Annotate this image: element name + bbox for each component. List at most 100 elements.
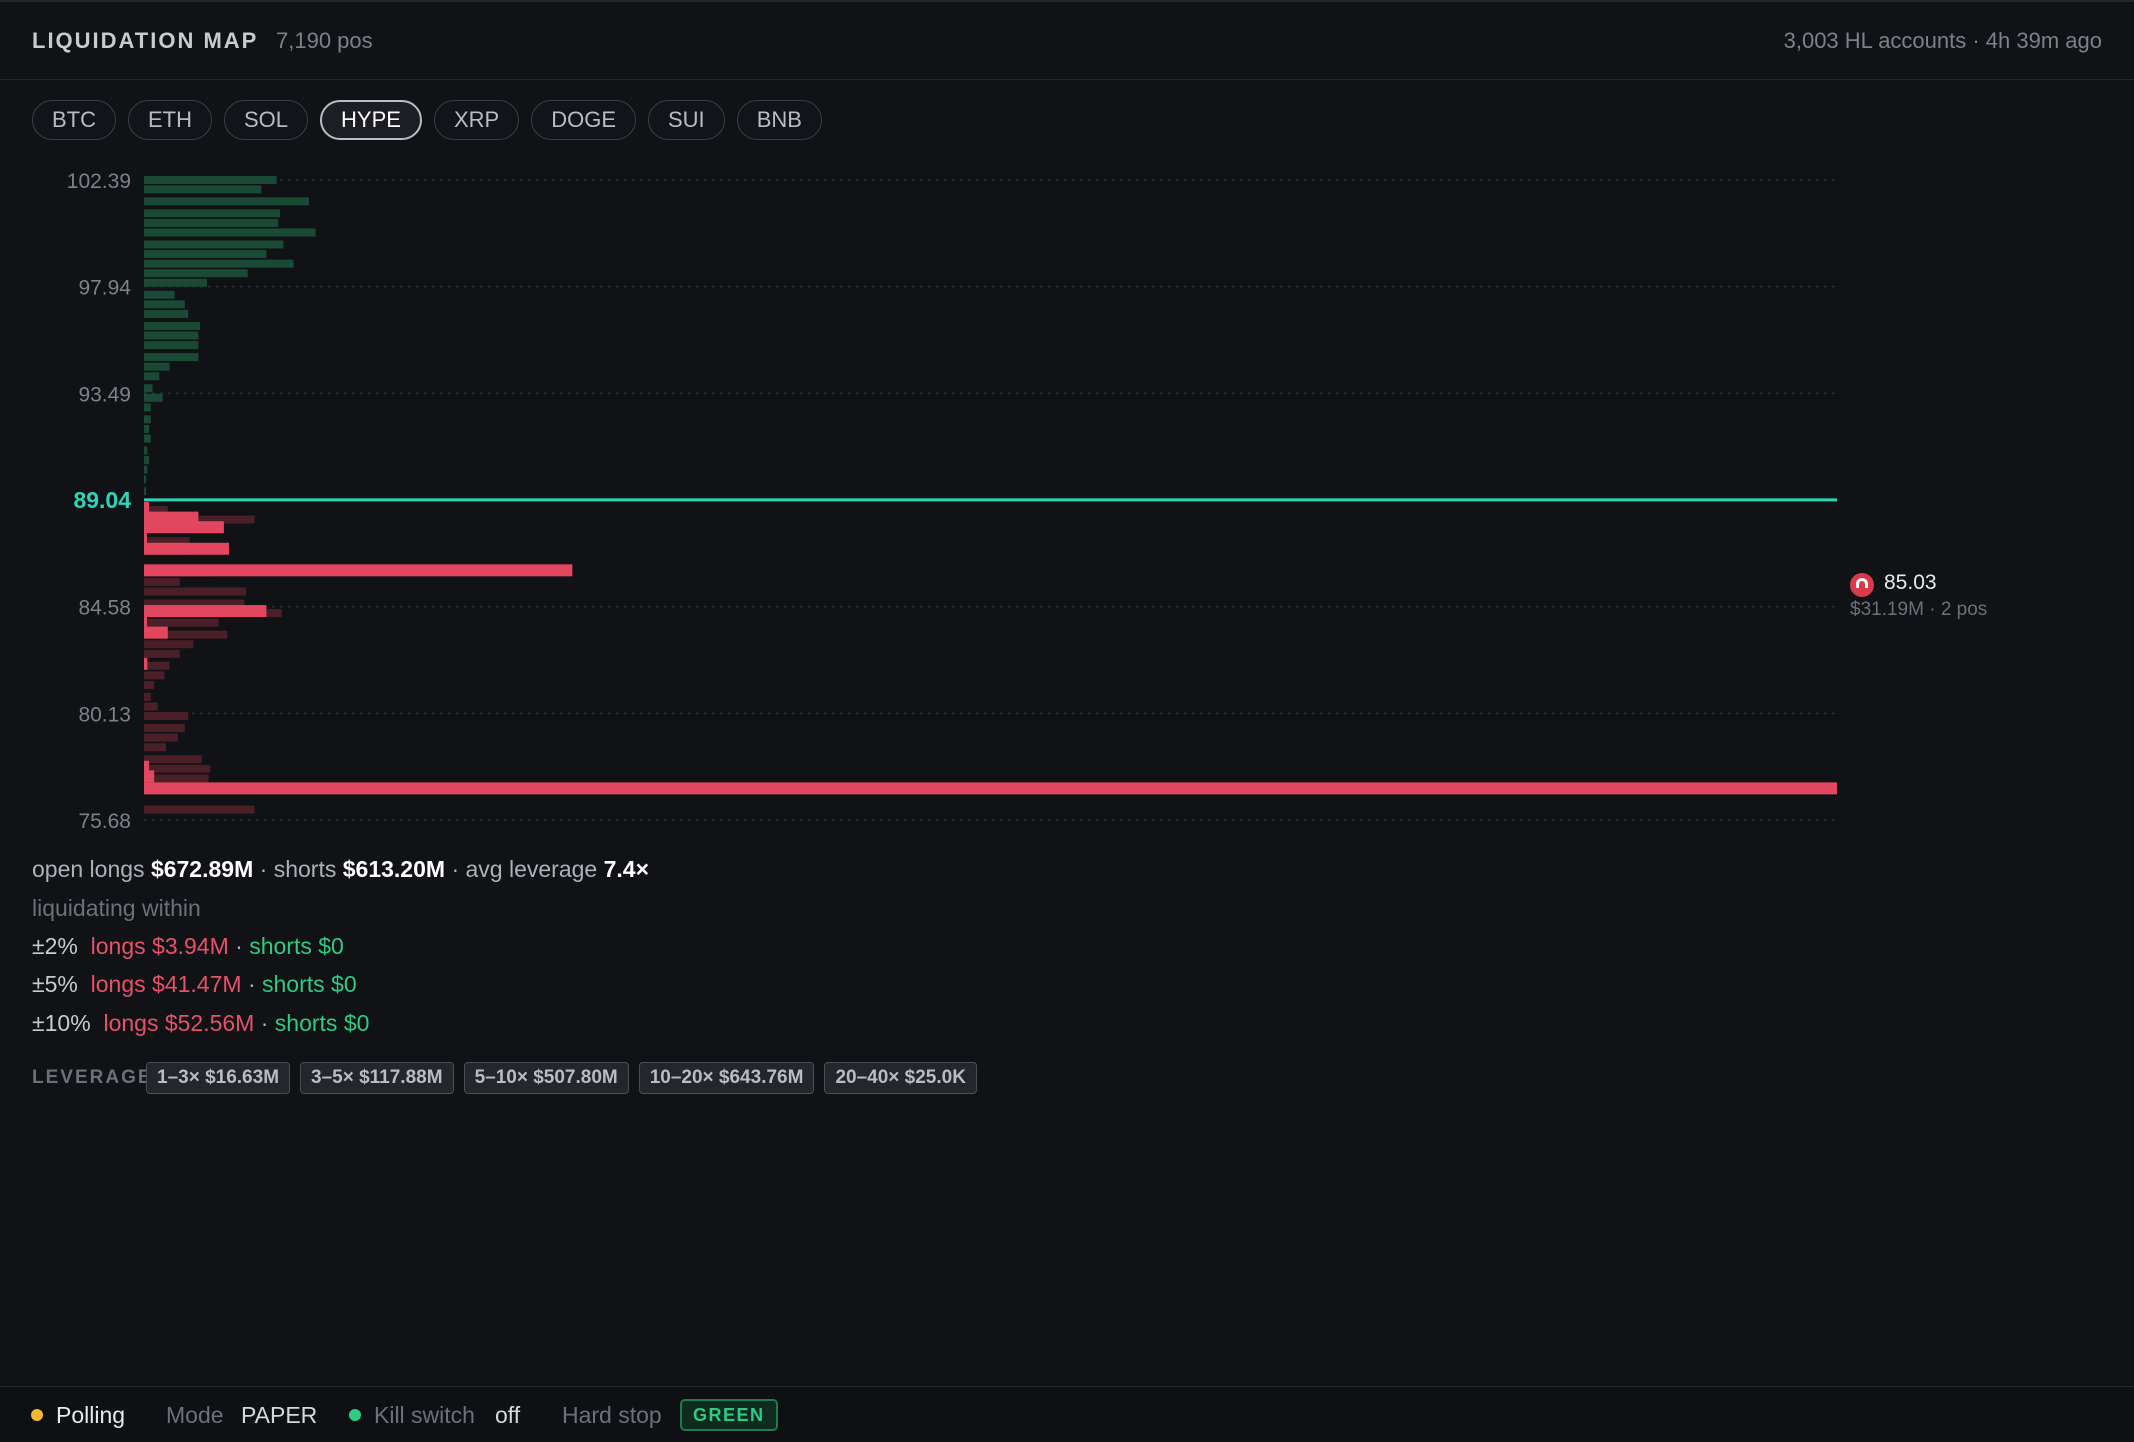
long-context-bar [144,724,185,733]
long-liquidation-bar [144,564,573,577]
magnet-price: 85.03 [1884,571,1937,594]
tab-hype[interactable]: HYPE [320,100,422,140]
open-interest-summary: open longs $672.89M · shorts $613.20M · … [32,856,649,882]
positions-count: 7,190 pos [276,28,373,53]
short-liquidation-bar [144,353,199,362]
long-context-bar [144,692,151,701]
leverage-chip-10-20x[interactable]: 10–20× $643.76M [638,1062,815,1094]
short-liquidation-bar [144,415,151,424]
tab-sol[interactable]: SOL [224,100,309,140]
short-liquidation-bar [144,321,201,330]
kill-switch-value[interactable]: off [495,1402,520,1429]
short-liquidation-bar [144,278,207,287]
short-liquidation-bar [144,487,146,496]
short-liquidation-bar [144,475,146,484]
liquidation-row-2pct: ±2% longs $3.94M · shorts $0 [32,933,344,959]
avg-leverage-label: avg leverage [465,856,598,882]
short-liquidation-bar [144,300,185,309]
tab-bnb[interactable]: BNB [736,100,822,140]
leverage-chips: 1–3× $16.63M 3–5× $117.88M 5–10× $507.80… [146,1062,977,1094]
open-longs-value: $672.89M [150,856,254,882]
long-liquidation-bar [144,542,229,555]
short-liquidation-bar [144,176,277,184]
y-tick-label: 102.39 [67,170,131,193]
short-liquidation-bar [144,209,280,218]
short-liquidation-bar [144,290,175,299]
y-tick-label: 89.04 [73,487,131,513]
short-liquidation-bar [144,362,170,371]
long-context-bar [144,702,158,711]
long-context-bar [144,743,167,752]
magnet-icon [1850,573,1874,597]
short-liquidation-bar [144,228,316,237]
y-tick-label: 97.94 [78,277,131,300]
kill-switch-label: Kill switch [374,1402,475,1428]
long-context-bar [144,587,246,596]
long-context-bar [144,805,255,814]
long-context-bar [144,671,165,680]
liquidation-chart: 102.39 97.94 93.49 89.04 84.58 80.13 75.68 [67,170,1837,830]
long-liquidation-bar [144,521,224,534]
tab-doge[interactable]: DOGE [531,100,636,140]
leverage-chip-5-10x[interactable]: 5–10× $507.80M [463,1062,629,1094]
long-context-bar [144,649,180,658]
long-liquidation-bar [144,782,1837,795]
mode-value: PAPER [241,1402,318,1428]
short-liquidation-bar [144,372,160,381]
short-liquidation-bar [144,403,151,412]
magnet-detail: $31.19M · 2 pos [1850,599,1988,620]
status-bar: Polling Mode PAPER Kill switch off Hard … [0,1386,2134,1442]
leverage-chip-20-40x[interactable]: 20–40× $25.0K [824,1062,977,1094]
shorts-amount: shorts $0 [274,1010,370,1036]
short-liquidation-bar [144,240,284,249]
leverage-chip-1-3x[interactable]: 1–3× $16.63M [146,1062,291,1094]
asset-tabs: BTC ETH SOL HYPE XRP DOGE SUI BNB [32,100,822,142]
tab-btc[interactable]: BTC [32,100,116,140]
header-bar: LIQUIDATION MAP 7,190 pos 3,003 HL accou… [0,0,2134,80]
avg-leverage-value: 7.4× [603,856,649,882]
open-longs-label: open longs [32,856,145,882]
long-liquidation-bar [144,770,155,783]
long-context-bar [144,661,170,670]
short-liquidation-bar [144,465,148,474]
longs-amount: longs $3.94M [90,933,229,959]
range-label: ±10% [32,1010,91,1036]
leverage-chip-3-5x[interactable]: 3–5× $117.88M [300,1062,454,1094]
y-tick-label: 93.49 [78,383,131,406]
tab-xrp[interactable]: XRP [433,100,520,140]
shorts-value: $613.20M [342,856,446,882]
long-context-bar [144,733,178,742]
short-liquidation-bar [144,331,199,340]
tab-eth[interactable]: ETH [128,100,212,140]
shorts-label: shorts [273,856,337,882]
short-liquidation-bar [144,384,153,393]
liquidation-row-5pct: ±5% longs $41.47M · shorts $0 [32,971,357,997]
short-liquidation-bar [144,456,150,465]
leverage-label: LEVERAGE [32,1067,153,1088]
long-context-bar [144,577,180,586]
short-liquidation-bar [144,341,199,350]
short-liquidation-bar [144,269,248,278]
tab-sui[interactable]: SUI [648,100,725,140]
mode-label: Mode [166,1402,224,1428]
long-context-bar [144,755,202,764]
connection-status: Polling [56,1402,126,1428]
short-liquidation-bar [144,185,262,194]
longs-amount: longs $52.56M [103,1010,255,1036]
status-dot-icon [31,1409,43,1421]
liquidating-within-label: liquidating within [32,895,201,921]
long-liquidation-bar [144,614,147,627]
y-tick-label: 84.58 [78,597,131,620]
longs-amount: longs $41.47M [90,971,242,997]
short-liquidation-bar [144,250,267,259]
long-liquidation-bar [144,657,148,670]
hard-stop-badge: GREEN [680,1399,778,1431]
long-liquidation-bar [144,626,168,639]
short-liquidation-bar [144,424,150,433]
hard-stop-label: Hard stop [562,1402,662,1428]
y-tick-label: 75.68 [78,810,131,830]
shorts-amount: shorts $0 [249,933,344,959]
short-liquidation-bar [144,197,309,206]
range-label: ±2% [32,933,78,959]
liquidation-row-10pct: ±10% longs $52.56M · shorts $0 [32,1010,370,1036]
